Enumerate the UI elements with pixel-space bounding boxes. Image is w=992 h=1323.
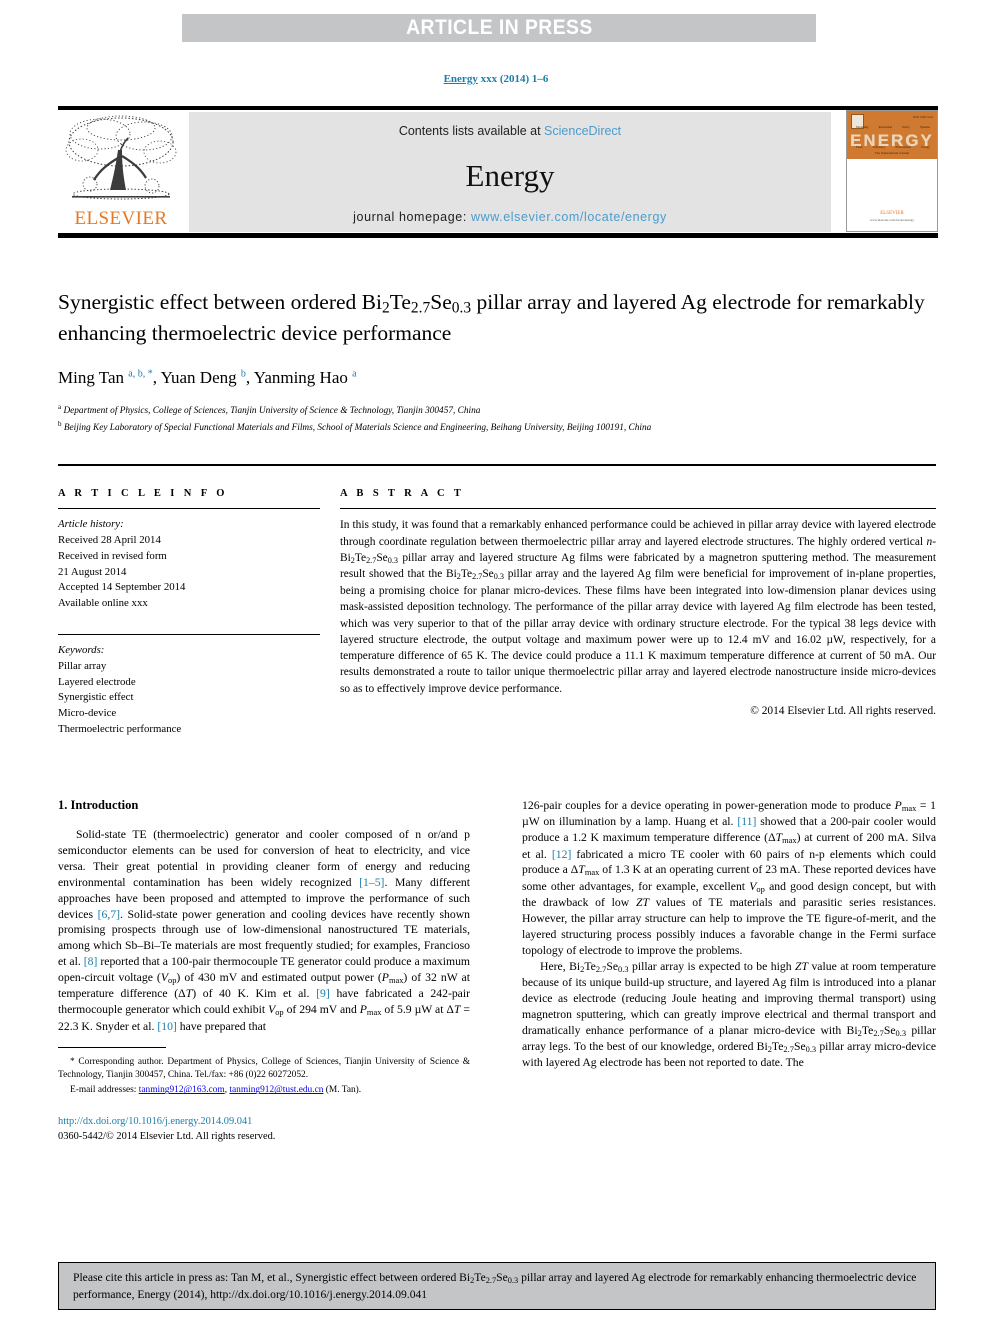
article-info-rule — [58, 508, 320, 510]
affiliation-a: a Department of Physics, College of Scie… — [58, 402, 481, 417]
history-item: Accepted 14 September 2014 — [58, 581, 186, 594]
article-history: Article history: Received 28 April 2014 … — [58, 517, 320, 612]
intro-paragraph-1: Solid-state TE (thermoelectric) generato… — [58, 828, 471, 1033]
article-info-section: A R T I C L E I N F O Article history: R… — [58, 488, 320, 738]
elsevier-wordmark: ELSEVIER — [74, 208, 168, 229]
article-in-press-label: ARTICLE IN PRESS — [405, 16, 593, 39]
article-in-press-banner: ARTICLE IN PRESS — [182, 14, 816, 42]
contents-list-line: Contents lists available at ScienceDirec… — [189, 124, 831, 138]
email-suffix: (M. Tan). — [325, 1085, 362, 1096]
citation-ref[interactable]: [12] — [552, 848, 571, 861]
section-heading-introduction: 1. Introduction — [58, 798, 139, 812]
cite-this-article-text: Please cite this article in press as: Ta… — [73, 1271, 917, 1302]
cover-topic-row-2: Fuels Efficiency Environment Exergy — [851, 145, 935, 149]
article-history-label: Article history: — [58, 518, 124, 531]
cover-topic: Exergy — [921, 145, 930, 149]
abstract-copyright: © 2014 Elsevier Ltd. All rights reserved… — [750, 705, 936, 717]
journal-masthead: ELSEVIER Contents lists available at Sci… — [58, 106, 938, 238]
title-block: Synergistic effect between ordered Bi2Te… — [58, 288, 936, 436]
corresponding-author-footnote: * Corresponding author. Department of Ph… — [58, 1056, 471, 1081]
body-column-right: 126-pair couples for a device operating … — [522, 798, 936, 1071]
cover-topic: Modelling — [856, 125, 869, 129]
affiliation-b: b Beijing Key Laboratory of Special Func… — [58, 420, 652, 434]
journal-homepage-link[interactable]: www.elsevier.com/locate/energy — [471, 210, 667, 224]
cover-publisher: ELSEVIER — [880, 210, 904, 216]
history-item: Received in revised form — [58, 549, 167, 562]
email-link-1[interactable]: tanming912@163.com — [139, 1085, 225, 1095]
doi-block: http://dx.doi.org/10.1016/j.energy.2014.… — [58, 1114, 470, 1144]
masthead-top-rule — [58, 106, 938, 110]
citation-ref[interactable]: [6,7] — [98, 908, 120, 921]
elsevier-logo: ELSEVIER — [60, 112, 182, 232]
email-addresses-footnote: E-mail addresses: tanming912@163.com, ta… — [70, 1085, 362, 1096]
citation-ref[interactable]: [10] — [157, 1020, 176, 1033]
history-item: Available online xxx — [58, 597, 148, 610]
affiliations: a Department of Physics, College of Scie… — [58, 402, 936, 436]
title-abstract-divider — [58, 464, 936, 466]
cover-orange-band: ISSN 0360-5442 Modelling Renewable Polic… — [847, 111, 937, 159]
running-head: Energy xxx (2014) 1–6 — [0, 73, 992, 85]
sciencedirect-link[interactable]: ScienceDirect — [544, 124, 621, 138]
history-item: Received 28 April 2014 — [58, 534, 161, 547]
cover-topic: Efficiency — [872, 145, 886, 149]
keywords-label: Keywords: — [58, 644, 105, 657]
abstract-rule — [340, 508, 936, 510]
elsevier-tree-icon — [65, 115, 177, 200]
journal-homepage-line: journal homepage: www.elsevier.com/locat… — [189, 210, 831, 224]
footnote-divider — [58, 1046, 166, 1048]
running-head-journal: Energy — [443, 73, 478, 85]
abstract-section: A B S T R A C T In this study, it was fo… — [340, 488, 936, 717]
cover-topic-row-1: Modelling Renewable Policy Systems — [851, 125, 935, 129]
history-item: 21 August 2014 — [58, 565, 127, 578]
keyword-item: Layered electrode — [58, 675, 136, 688]
running-head-issue: xxx (2014) 1–6 — [480, 73, 549, 85]
cover-topic: Policy — [902, 125, 910, 129]
journal-cover-thumbnail: ISSN 0360-5442 Modelling Renewable Polic… — [846, 110, 938, 232]
issn-copyright-line: 0360-5442/© 2014 Elsevier Ltd. All right… — [58, 1130, 276, 1142]
abstract-body: In this study, it was found that a remar… — [340, 519, 936, 695]
keywords-block: Keywords: Pillar array Layered electrode… — [58, 633, 320, 738]
keyword-item: Pillar array — [58, 659, 107, 672]
abstract-heading: A B S T R A C T — [340, 488, 465, 499]
keyword-item: Thermoelectric performance — [58, 722, 182, 735]
body-column-left: 1. Introduction Solid-state TE (thermoel… — [58, 798, 470, 1144]
email-label: E-mail addresses: — [70, 1085, 137, 1096]
cover-issn: ISSN 0360-5442 — [912, 115, 933, 119]
citation-ref[interactable]: [9] — [316, 987, 330, 1000]
journal-title: Energy — [465, 158, 555, 193]
cover-topic: Renewable — [878, 125, 892, 129]
author-list: Ming Tan a, b, *, Yuan Deng b, Yanming H… — [58, 367, 357, 387]
citation-ref[interactable]: [1–5] — [359, 876, 384, 889]
contents-prefix: Contents lists available at — [398, 124, 545, 138]
cover-subtitle: The International Journal — [874, 151, 910, 155]
masthead-bottom-rule — [58, 233, 938, 238]
cover-topic: Fuels — [856, 145, 863, 149]
keyword-item: Synergistic effect — [58, 691, 134, 704]
homepage-prefix: journal homepage: — [353, 210, 471, 224]
cover-topic: Environment — [895, 145, 912, 149]
intro-paragraph-2: Here, Bi2Te2.7Se0.3 pillar array is expe… — [522, 959, 937, 1070]
page-title: Synergistic effect between ordered Bi2Te… — [58, 290, 925, 346]
intro-paragraph-1-cont: 126-pair couples for a device operating … — [522, 799, 937, 957]
masthead-grey-panel: Contents lists available at ScienceDirec… — [189, 112, 831, 232]
keyword-item: Micro-device — [58, 707, 117, 720]
citation-ref[interactable]: [8] — [84, 955, 98, 968]
cover-topic: Systems — [919, 125, 930, 129]
article-info-heading: A R T I C L E I N F O — [58, 488, 228, 499]
cite-this-article-box: Please cite this article in press as: Ta… — [58, 1262, 936, 1310]
email-link-2[interactable]: tanming912@tust.edu.cn — [229, 1085, 323, 1095]
doi-link[interactable]: http://dx.doi.org/10.1016/j.energy.2014.… — [58, 1114, 470, 1129]
cover-footer: ELSEVIER www.elsevier.com/locate/energy — [847, 210, 937, 223]
citation-ref[interactable]: [11] — [737, 815, 756, 828]
cover-footer-url: www.elsevier.com/locate/energy — [869, 217, 915, 222]
keywords-rule — [58, 633, 320, 636]
